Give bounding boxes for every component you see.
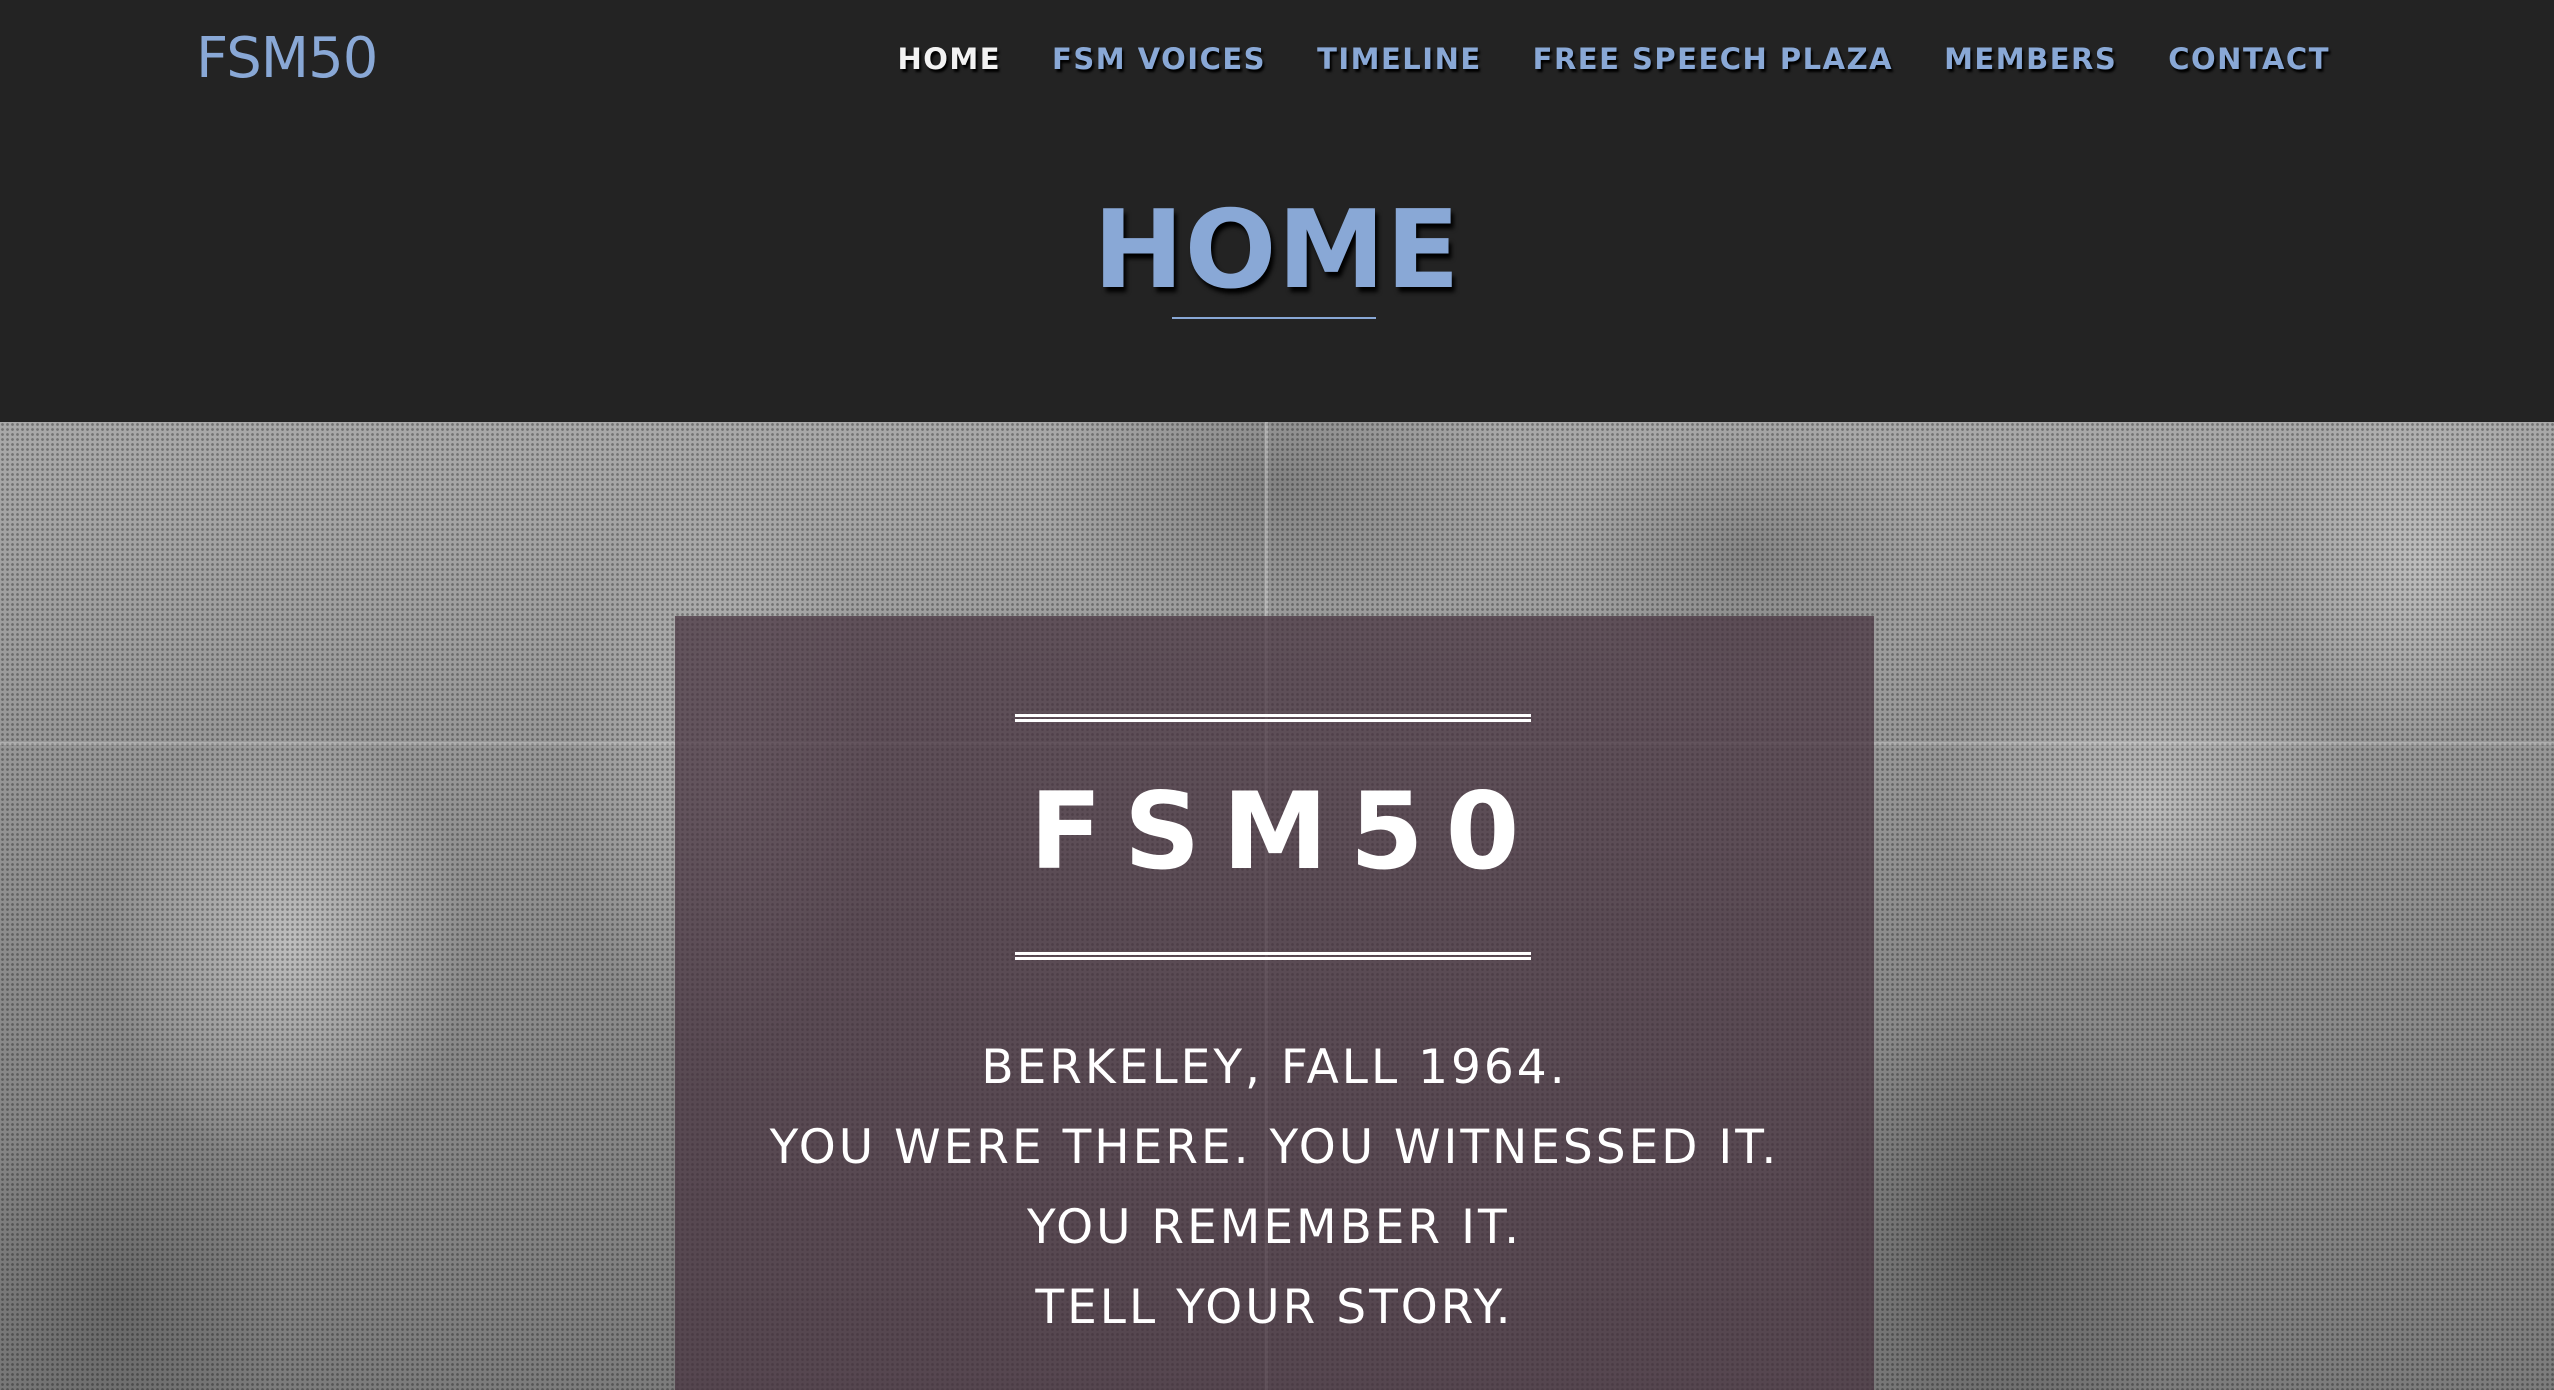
- hero-line-4: TELL YOUR STORY.: [1035, 1280, 1514, 1335]
- site-logo[interactable]: FSM50: [196, 26, 378, 91]
- title-underline: [1172, 317, 1376, 319]
- hero-title: FSM50: [1029, 770, 1542, 893]
- hero-line-2: YOU WERE THERE. YOU WITNESSED IT.: [769, 1120, 1780, 1175]
- hero-rule-bottom: [1015, 952, 1531, 960]
- site-header: FSM50 HOME FSM VOICES TIMELINE FREE SPEE…: [0, 0, 2554, 422]
- nav-item-timeline[interactable]: TIMELINE: [1317, 42, 1482, 76]
- nav-item-fsm-voices[interactable]: FSM VOICES: [1052, 42, 1266, 76]
- nav-item-home[interactable]: HOME: [897, 42, 1001, 76]
- page-title: HOME: [1093, 188, 1461, 313]
- nav-item-contact[interactable]: CONTACT: [2168, 42, 2330, 76]
- hero-section: FSM50 BERKELEY, FALL 1964. YOU WERE THER…: [0, 422, 2554, 1390]
- hero-line-1: BERKELEY, FALL 1964.: [981, 1040, 1568, 1095]
- hero-tagline: BERKELEY, FALL 1964. YOU WERE THERE. YOU…: [675, 1028, 1874, 1348]
- hero-rule-top: [1015, 714, 1531, 722]
- hero-text-panel: FSM50 BERKELEY, FALL 1964. YOU WERE THER…: [675, 616, 1874, 1390]
- page: FSM50 HOME FSM VOICES TIMELINE FREE SPEE…: [0, 0, 2554, 1390]
- main-nav: HOME FSM VOICES TIMELINE FREE SPEECH PLA…: [897, 42, 2330, 76]
- hero-line-3: YOU REMEMBER IT.: [1026, 1200, 1523, 1255]
- nav-item-members[interactable]: MEMBERS: [1944, 42, 2117, 76]
- nav-item-free-speech-plaza[interactable]: FREE SPEECH PLAZA: [1533, 42, 1893, 76]
